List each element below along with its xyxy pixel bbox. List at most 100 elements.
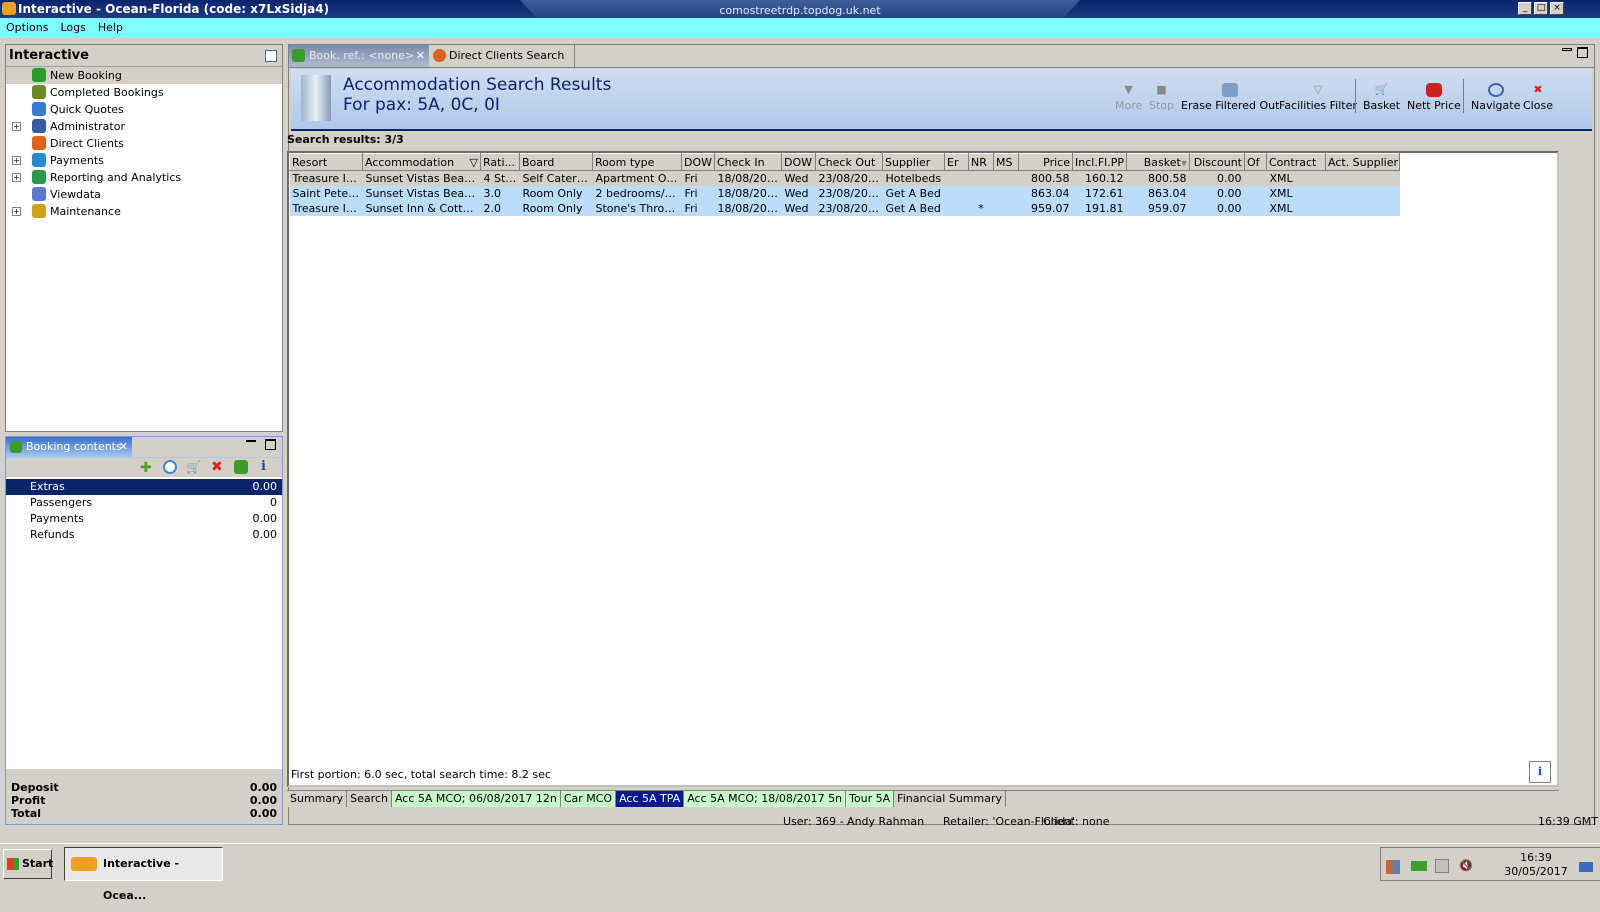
- column-header[interactable]: Price: [1018, 153, 1073, 171]
- basket-label: Basket: [1363, 99, 1401, 112]
- table-row[interactable]: Saint Peter... Sunset Vistas Beachf... 3.0…: [289, 185, 1400, 201]
- maximize-icon[interactable]: [265, 439, 276, 450]
- volume-muted-icon[interactable]: 🔇: [1459, 859, 1473, 872]
- basket-icon: 🛒: [1374, 83, 1389, 96]
- tree-item[interactable]: + Reporting and Analytics: [6, 169, 282, 186]
- column-header[interactable]: MS: [993, 153, 1019, 171]
- column-header[interactable]: DOW: [781, 153, 816, 171]
- bottom-tab[interactable]: Financial Summary: [894, 791, 1006, 807]
- column-header[interactable]: Supplier: [882, 153, 945, 171]
- maximize-icon[interactable]: [1577, 47, 1588, 58]
- column-header[interactable]: DOW: [681, 153, 715, 171]
- close-button[interactable]: ✖ Close: [1523, 83, 1553, 112]
- collapse-icon[interactable]: [265, 50, 277, 62]
- column-header[interactable]: Board: [519, 153, 593, 171]
- bottom-tab[interactable]: Acc 5A TPA: [616, 791, 685, 807]
- table-cell: Wed: [781, 185, 816, 201]
- tree-item[interactable]: Completed Bookings: [6, 84, 282, 101]
- tree-item[interactable]: New Booking: [6, 67, 282, 84]
- tree-item[interactable]: + Payments: [6, 152, 282, 169]
- column-header[interactable]: Check Out: [815, 153, 883, 171]
- table-cell: *: [968, 200, 994, 216]
- column-header[interactable]: Act. Supplier: [1325, 153, 1400, 171]
- expand-icon[interactable]: +: [12, 156, 21, 165]
- tray-icon-windows[interactable]: [1386, 860, 1400, 874]
- column-header[interactable]: Of: [1244, 153, 1267, 171]
- close-icon[interactable]: ✕: [416, 45, 425, 67]
- tab-booking-ref[interactable]: Book. ref.: <none> ✕: [289, 45, 429, 67]
- booking-contents-tab[interactable]: Booking contents ✕: [6, 437, 132, 457]
- close-icon[interactable]: ✕: [119, 437, 128, 457]
- tree-item[interactable]: + Maintenance: [6, 203, 282, 220]
- tree-item-label: Payments: [50, 154, 104, 167]
- booking-row[interactable]: Passengers 0: [6, 495, 282, 511]
- table-cell: 3.0: [480, 185, 520, 201]
- table-row[interactable]: Treasure Isl... Sunset Vistas Beachf... 4 …: [289, 170, 1400, 186]
- tree-item[interactable]: Quick Quotes: [6, 101, 282, 118]
- column-header-label: Supplier: [885, 155, 931, 169]
- start-button[interactable]: Start: [3, 849, 53, 879]
- menu-help[interactable]: Help: [92, 21, 129, 34]
- table-cell: 863.04: [1126, 185, 1190, 201]
- column-header[interactable]: Resort: [289, 153, 363, 171]
- taskbar-item-interactive[interactable]: Interactive - Ocea...: [64, 847, 223, 902]
- tab-direct-clients-search[interactable]: Direct Clients Search: [429, 45, 575, 67]
- bottom-tab[interactable]: Acc 5A MCO; 18/08/2017 5n: [684, 791, 847, 807]
- column-header[interactable]: Check In: [714, 153, 782, 171]
- table-row[interactable]: Treasure Isl... Sunset Inn & Cottages 2.0 R…: [289, 200, 1400, 216]
- navigate-button[interactable]: Navigate: [1471, 83, 1520, 112]
- add-icon[interactable]: ✚: [140, 460, 152, 476]
- bottom-tab[interactable]: Acc 5A MCO; 06/08/2017 12n: [391, 791, 561, 807]
- expand-icon[interactable]: +: [12, 122, 21, 131]
- bottom-tab[interactable]: Tour 5A: [846, 791, 895, 807]
- erase-filtered-out-button[interactable]: Erase Filtered Out: [1181, 83, 1279, 112]
- tray-icon-network[interactable]: [1411, 861, 1427, 871]
- tree-item[interactable]: + Administrator: [6, 118, 282, 135]
- tree-item[interactable]: Direct Clients: [6, 135, 282, 152]
- tree-item[interactable]: Viewdata: [6, 186, 282, 203]
- basket-forward-icon[interactable]: 🛒: [186, 460, 201, 474]
- column-header[interactable]: Er: [944, 153, 969, 171]
- column-header[interactable]: NR: [968, 153, 994, 171]
- tray-icon-device[interactable]: [1435, 859, 1449, 873]
- menu-options[interactable]: Options: [0, 21, 54, 34]
- booking-row[interactable]: Refunds 0.00: [6, 527, 282, 543]
- minimize-icon[interactable]: [246, 440, 256, 442]
- minimize-button[interactable]: _: [1518, 2, 1532, 15]
- column-header[interactable]: Accommodation ▽: [362, 153, 481, 171]
- basket-button[interactable]: 🛒 Basket: [1363, 83, 1400, 112]
- column-header[interactable]: Basket▼: [1126, 153, 1190, 171]
- table-cell: 959.07: [1126, 200, 1190, 216]
- column-header[interactable]: Rati...: [480, 153, 520, 171]
- column-header[interactable]: Discount: [1189, 153, 1245, 171]
- more-button[interactable]: ▼ More: [1115, 83, 1142, 112]
- info-button[interactable]: i: [1529, 761, 1551, 783]
- clock-icon[interactable]: [163, 460, 177, 474]
- palm-icon[interactable]: [234, 460, 248, 474]
- clock[interactable]: 16:39 30/05/2017: [1501, 851, 1571, 879]
- table-cell: Hotelbeds: [882, 170, 945, 186]
- menu-logs[interactable]: Logs: [54, 21, 91, 34]
- nett-price-button[interactable]: Nett Price: [1407, 83, 1461, 112]
- booking-row[interactable]: Extras 0.00: [6, 479, 282, 495]
- maximize-button[interactable]: □: [1534, 2, 1548, 15]
- show-desktop-icon[interactable]: [1579, 862, 1593, 872]
- stop-button[interactable]: ■ Stop: [1149, 83, 1174, 112]
- bottom-tab[interactable]: Search: [347, 791, 392, 807]
- booking-contents-label: Booking contents: [26, 440, 122, 453]
- column-header[interactable]: Contract: [1266, 153, 1326, 171]
- expand-icon[interactable]: +: [12, 173, 21, 182]
- expand-icon[interactable]: +: [12, 207, 21, 216]
- column-header[interactable]: Room type: [592, 153, 682, 171]
- booking-row[interactable]: Payments 0.00: [6, 511, 282, 527]
- close-window-button[interactable]: ×: [1550, 2, 1564, 15]
- info-icon[interactable]: i: [261, 459, 266, 474]
- delete-icon[interactable]: ✖: [211, 459, 223, 475]
- facilities-filter-button[interactable]: ▽ Facilities Filter: [1279, 83, 1357, 112]
- column-header[interactable]: Incl.Fl.PP: [1072, 153, 1127, 171]
- palm-icon: [292, 49, 305, 62]
- bottom-tab[interactable]: Summary: [287, 791, 348, 807]
- filter-icon[interactable]: ▽: [470, 156, 478, 169]
- minimize-icon[interactable]: [1562, 48, 1572, 51]
- bottom-tab[interactable]: Car MCO: [560, 791, 617, 807]
